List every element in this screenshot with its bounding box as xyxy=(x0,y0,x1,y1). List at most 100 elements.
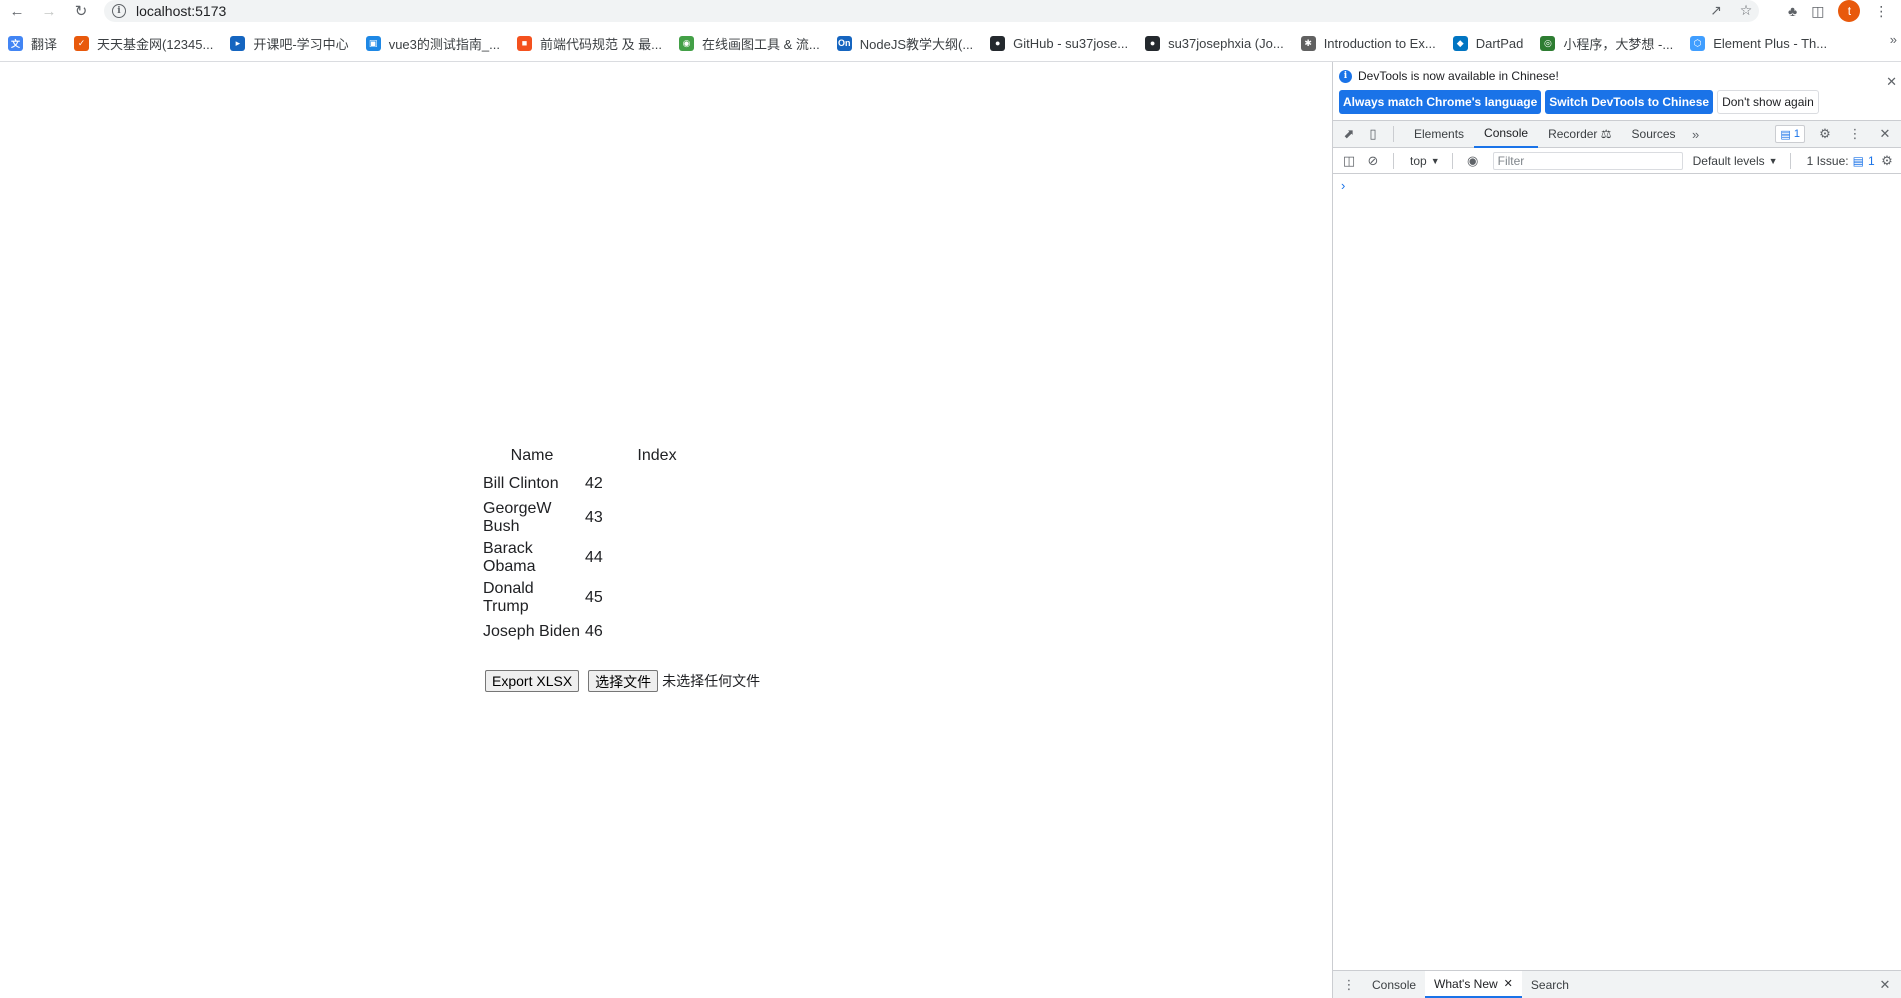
info-icon: i xyxy=(1339,69,1352,83)
bookmark-item[interactable]: ◎ 小程序，大梦想 -... xyxy=(1540,32,1673,54)
close-devtools-icon[interactable]: ✕ xyxy=(1875,126,1895,142)
translate-icon: 文 xyxy=(8,35,23,51)
drawer-menu-icon[interactable]: ⋮ xyxy=(1339,977,1359,993)
table-header-row: Name Index xyxy=(482,443,730,469)
index-cell: 43 xyxy=(585,509,603,526)
bookmark-label: NodeJS教学大纲(... xyxy=(859,36,974,52)
arrow-left-icon: ← xyxy=(9,2,25,20)
bookmark-label: Introduction to Ex... xyxy=(1323,35,1436,51)
devtools-tabbar: ⬈ ▯ Elements Console Recorder ⚖ Sources … xyxy=(1333,120,1901,148)
drawer-tab-console[interactable]: Console xyxy=(1363,971,1425,998)
drawer-tab-whats-new[interactable]: What's New ✕ xyxy=(1425,971,1522,998)
bookmark-label: 在线画图工具 & 流... xyxy=(702,36,820,52)
switch-chinese-button[interactable]: Switch DevTools to Chinese xyxy=(1545,90,1714,114)
bookmark-item[interactable]: ⬡ Element Plus - Th... xyxy=(1690,32,1827,54)
dont-show-again-button[interactable]: Don't show again xyxy=(1717,90,1819,114)
index-cell: 46 xyxy=(585,623,603,640)
device-toolbar-icon[interactable]: ▯ xyxy=(1363,126,1383,142)
console-settings-gear-icon[interactable]: ⚙ xyxy=(1877,153,1897,169)
table-body: Bill Clinton 42 GeorgeW Bush 43 Barack Obama… xyxy=(482,471,730,645)
profile-avatar[interactable]: t xyxy=(1838,0,1861,22)
close-icon[interactable]: ✕ xyxy=(1886,74,1897,90)
name-cell: Bill Clinton xyxy=(483,475,559,492)
site-info-icon[interactable]: i xyxy=(112,4,126,18)
close-tab-icon[interactable]: ✕ xyxy=(1504,977,1513,990)
bookmark-item[interactable]: ▣ vue3的测试指南_... xyxy=(365,32,500,54)
forward-button[interactable]: → xyxy=(36,0,62,22)
divider xyxy=(1393,152,1394,169)
inspect-element-icon[interactable]: ⬈ xyxy=(1339,126,1359,142)
bookmark-label: GitHub - su37jose... xyxy=(1013,35,1129,51)
bookmark-item[interactable]: ● GitHub - su37jose... xyxy=(990,32,1128,54)
bookmark-star-icon[interactable]: ☆ xyxy=(1737,2,1755,19)
tab-recorder[interactable]: Recorder ⚖ xyxy=(1538,121,1621,148)
browser-menu-icon[interactable]: ⋮ xyxy=(1874,3,1888,20)
name-cell: Joseph Biden xyxy=(483,623,580,640)
choose-file-button[interactable]: 选择文件 xyxy=(588,670,659,692)
console-output[interactable]: › xyxy=(1333,174,1901,968)
issues-button[interactable]: 1 Issue: ▤ 1 xyxy=(1801,154,1881,168)
address-bar[interactable]: i localhost:5173 ↗ ☆ xyxy=(104,0,1759,22)
export-xlsx-button[interactable]: Export XLSX xyxy=(485,670,580,692)
wechat-icon: ◎ xyxy=(1540,35,1556,51)
context-selector[interactable]: top ▼ xyxy=(1404,154,1446,168)
bookmarks-overflow-icon[interactable]: » xyxy=(1890,32,1897,47)
kaikeba-icon: ▸ xyxy=(230,35,246,51)
bookmark-item[interactable]: ■ 前端代码规范 及 最... xyxy=(516,32,662,54)
index-cell: 45 xyxy=(585,589,603,606)
log-levels-selector[interactable]: Default levels ▼ xyxy=(1687,154,1784,168)
back-button[interactable]: ← xyxy=(4,0,30,22)
bookmark-label: 小程序，大梦想 -... xyxy=(1563,36,1674,52)
flask-icon: ⚖ xyxy=(1600,127,1612,141)
presidents-table: Name Index Bill Clinton 42 GeorgeW Bush 43 B… xyxy=(480,441,732,647)
close-drawer-icon[interactable]: ✕ xyxy=(1875,977,1895,993)
name-cell: Barack Obama xyxy=(483,540,536,575)
tab-elements[interactable]: Elements xyxy=(1404,121,1474,148)
console-prompt-icon[interactable]: › xyxy=(1341,178,1345,193)
language-banner: i DevTools is now available in Chinese! … xyxy=(1333,62,1901,120)
column-header-index: Index xyxy=(637,447,677,464)
clear-console-icon[interactable]: ⊘ xyxy=(1363,153,1383,169)
express-icon: ✱ xyxy=(1300,35,1316,51)
issues-count: 1 xyxy=(1867,153,1875,168)
bookmark-label: Element Plus - Th... xyxy=(1713,35,1828,51)
message-count: 1 xyxy=(1793,128,1800,140)
sidebar-toggle-icon[interactable]: ◫ xyxy=(1339,153,1359,169)
tab-sources[interactable]: Sources xyxy=(1622,121,1686,148)
match-language-button[interactable]: Always match Chrome's language xyxy=(1339,90,1542,114)
tab-console[interactable]: Console xyxy=(1474,121,1539,148)
issues-label: 1 Issue: xyxy=(1806,153,1849,168)
fund-icon: ✓ xyxy=(74,35,90,51)
bookmark-label: 天天基金网(12345... xyxy=(97,36,214,52)
calendar-icon: ▣ xyxy=(365,35,381,51)
bookmark-item[interactable]: ✱ Introduction to Ex... xyxy=(1300,32,1436,54)
bookmark-item[interactable]: On NodeJS教学大纲(... xyxy=(836,32,974,54)
filter-input[interactable] xyxy=(1492,151,1683,170)
bookmark-item[interactable]: ◉ 在线画图工具 & 流... xyxy=(679,32,820,54)
gear-icon[interactable]: ⚙ xyxy=(1815,126,1835,142)
bookmark-item[interactable]: ◆ DartPad xyxy=(1452,32,1523,54)
messages-badge[interactable]: ▤ 1 xyxy=(1775,125,1805,143)
levels-label: Default levels xyxy=(1692,153,1765,168)
devtools-panel: i DevTools is now available in Chinese! … xyxy=(1332,62,1901,998)
dropdown-icon: ▼ xyxy=(1430,155,1440,166)
share-icon[interactable]: ↗ xyxy=(1707,2,1725,19)
table-row: Barack Obama 44 xyxy=(482,539,730,577)
side-panel-icon[interactable]: ◫ xyxy=(1811,3,1824,20)
draw-icon: ◉ xyxy=(679,35,695,51)
bookmark-item[interactable]: ● su37josephxia (Jo... xyxy=(1145,32,1284,54)
bookmarks-bar: 文翻译 ✓ 天天基金网(12345... ▸ 开课吧-学习中心 ▣ vue3的测试指南_..… xyxy=(0,32,1901,54)
extensions-puzzle-icon[interactable]: ♣ xyxy=(1788,3,1797,19)
drawer-tab-search[interactable]: Search xyxy=(1522,971,1578,998)
kebab-menu-icon[interactable]: ⋮ xyxy=(1845,126,1865,142)
bookmark-item[interactable]: ✓ 天天基金网(12345... xyxy=(74,32,213,54)
name-cell: GeorgeW Bush xyxy=(483,500,552,535)
table-row: Donald Trump 45 xyxy=(482,579,730,617)
eye-icon[interactable]: ◉ xyxy=(1463,153,1483,169)
bookmark-item[interactable]: ▸ 开课吧-学习中心 xyxy=(230,32,349,54)
url-text: localhost:5173 xyxy=(136,3,227,19)
bookmark-item[interactable]: 文翻译 xyxy=(8,32,57,54)
table-row: Joseph Biden 46 xyxy=(482,619,730,645)
reload-button[interactable]: ↻ xyxy=(68,0,94,22)
more-tabs-icon[interactable]: » xyxy=(1686,127,1706,142)
